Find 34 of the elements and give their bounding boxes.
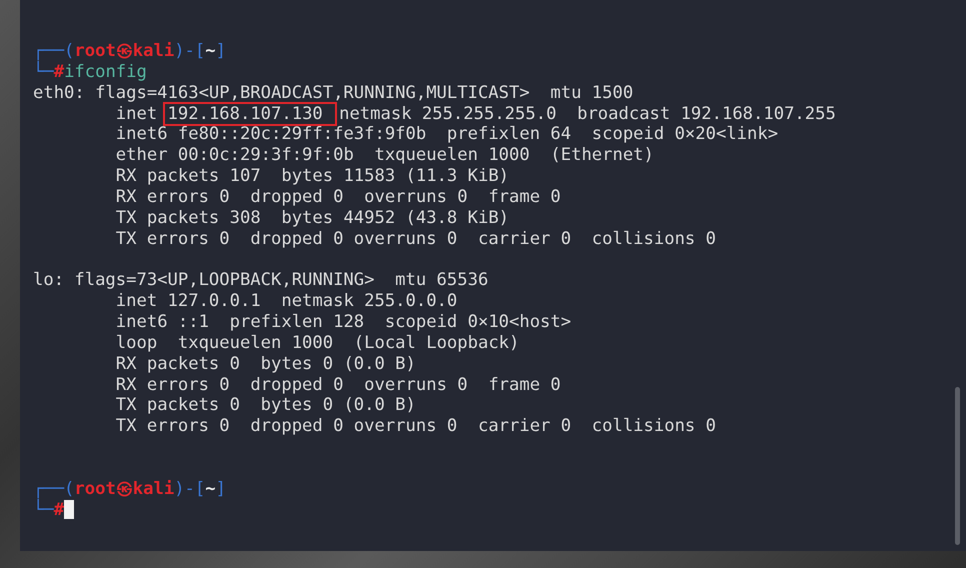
scrollbar-thumb[interactable] (955, 387, 960, 545)
output-text: RX packets 0 bytes 0 (0.0 B) (116, 354, 416, 374)
output-text: TX errors 0 dropped 0 overruns 0 carrier 0 collisions 0 (116, 228, 716, 250)
output-text: inet 127.0.0.1 netmask 255.0.0.0 (116, 291, 458, 312)
current-directory: ~ (205, 478, 216, 500)
output-text: RX errors 0 dropped 0 overruns 0 frame 0 (116, 186, 561, 208)
prompt-frame: )-[ (174, 478, 206, 500)
output-text: ether 00:0c:29:3f:9f:0b txqueuelen 1000 (Ethernet) (116, 145, 654, 166)
prompt-frame: ] (216, 478, 226, 500)
prompt-frame: ┌──( (33, 41, 74, 62)
output-text: netmask 255.255.255.0 broadcast 192.168.107.255 (339, 104, 836, 124)
current-directory: ~ (205, 41, 216, 62)
prompt-frame: └─ (33, 500, 54, 520)
output-text: inet6 fe80::20c:29ff:fe3f:9f0b prefixlen 64 scopeid 0×20<link> (116, 124, 778, 146)
output-text: TX packets 308 bytes 44952 (43.8 KiB) (116, 208, 510, 229)
user-host: root㉿kali (74, 478, 174, 500)
output-text: TX errors 0 dropped 0 overruns 0 carrier 0 collisions 0 (116, 416, 716, 438)
output-text: inet6 ::1 prefixlen 128 scopeid 0×10<host> (116, 312, 572, 333)
user-host: root㉿kali (74, 41, 174, 62)
prompt-frame: )-[ (174, 41, 206, 62)
output-text: RX errors 0 dropped 0 overruns 0 frame 0 (116, 374, 561, 396)
prompt-symbol: # (54, 500, 64, 520)
output-text: eth0: flags=4163<UP,BROADCAST,RUNNING,MULTICAST> mtu 1500 (33, 82, 634, 104)
prompt-frame: └─ (33, 62, 54, 83)
output-text: lo: flags=73<UP,LOOPBACK,RUNNING> mtu 65536 (33, 270, 488, 292)
output-text: RX packets 107 bytes 11583 (11.3 KiB) (116, 166, 510, 187)
prompt-frame: ] (216, 41, 226, 62)
output-text: TX packets 0 bytes 0 (0.0 B) (116, 395, 416, 416)
output-text: inet (116, 104, 158, 124)
output-text: loop txqueuelen 1000 (Local Loopback) (116, 332, 520, 354)
command-text: ifconfig (64, 62, 147, 83)
prompt-symbol: # (54, 62, 64, 83)
prompt-frame: ┌──( (33, 478, 74, 500)
highlighted-ip-address: 192.168.107.130 (164, 104, 335, 124)
